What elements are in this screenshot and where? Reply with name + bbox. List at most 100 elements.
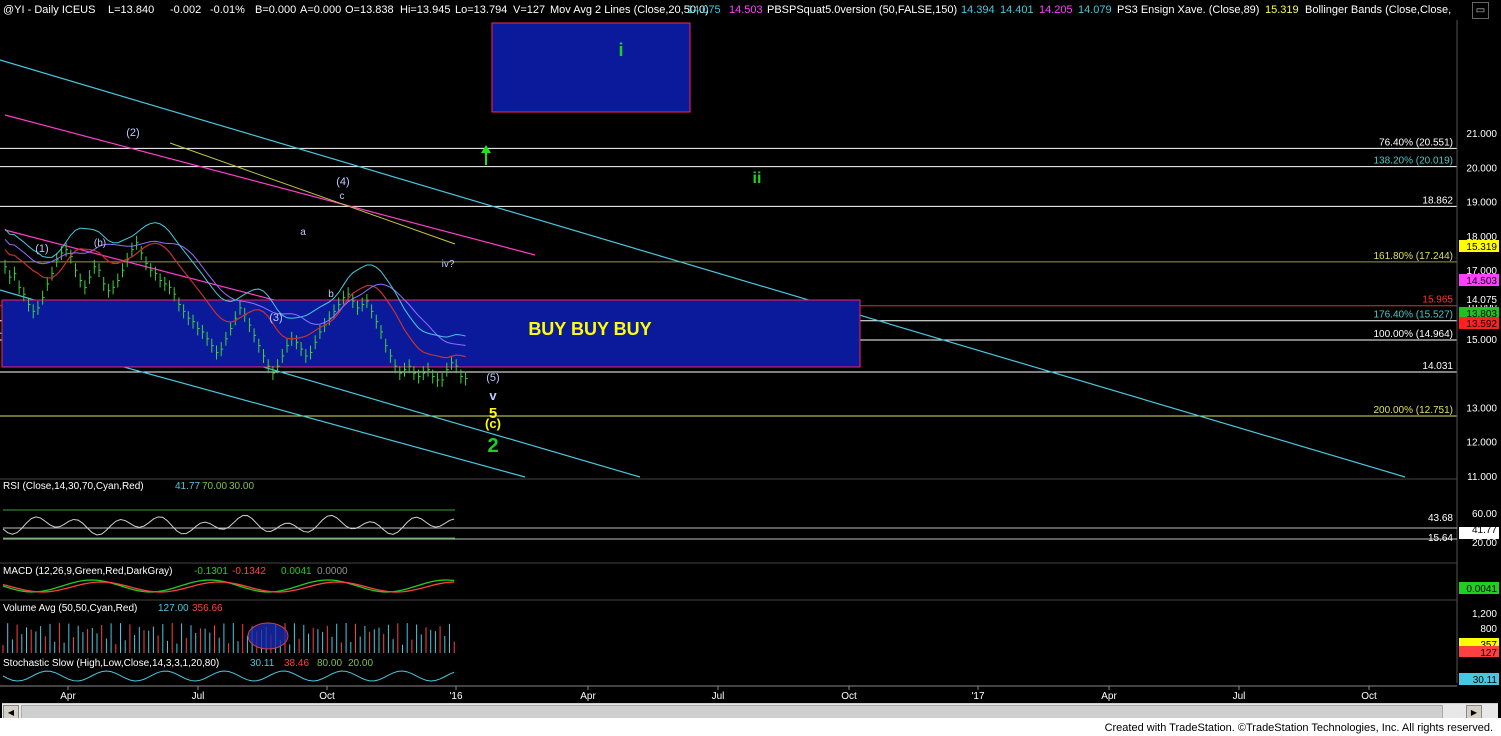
- wave-label: (2): [126, 127, 139, 139]
- footer: Created with TradeStation. ©TradeStation…: [0, 718, 1501, 736]
- x-tick-label: '16: [449, 691, 462, 702]
- level-label: 100.00% (14.964): [1373, 329, 1453, 340]
- price-badge-text: 13.592: [1466, 319, 1497, 330]
- pbs4-value: 14.079: [1078, 4, 1112, 16]
- pbs3-value: 14.205: [1039, 4, 1073, 16]
- wave-label: 2: [487, 435, 498, 457]
- x-tick-label: Jul: [192, 691, 205, 702]
- macd-label: MACD (12,26,9,Green,Red,DarkGray): [3, 566, 173, 577]
- y-tick-label: 20.000: [1466, 163, 1497, 174]
- y-tick-label: 21.000: [1466, 129, 1497, 140]
- horizontal-scrollbar[interactable]: ◀ ▶: [2, 703, 1498, 720]
- rsi-value: 41.77: [175, 481, 200, 492]
- minimize-icon[interactable]: ▭: [1472, 2, 1489, 19]
- macd-value: -0.1301: [194, 566, 228, 577]
- pbs-label: PBSPSquat5.0version (50,FALSE,150): [767, 4, 958, 16]
- y-tick-label: 19.000: [1466, 198, 1497, 209]
- rsi-level: 60.00: [1472, 509, 1497, 520]
- rsi-level: 20.00: [1472, 538, 1497, 549]
- x-tick-label: Apr: [1101, 691, 1117, 702]
- stochastic-label: Stochastic Slow (High,Low,Close,14,3,3,1…: [3, 658, 219, 669]
- stoch-ob: 80.00: [317, 658, 342, 669]
- open: O=13.838: [345, 4, 394, 16]
- high: Hi=13.945: [400, 4, 451, 16]
- x-tick-label: '17: [971, 691, 984, 702]
- wave-label: i: [618, 40, 623, 60]
- volume: V=127: [513, 4, 546, 16]
- y-tick-label: 15.000: [1466, 335, 1497, 346]
- wave-label: (b): [94, 238, 106, 249]
- price-badge-text: 14.503: [1466, 276, 1497, 287]
- level-label: 18.862: [1422, 195, 1453, 206]
- symbol-title: @YI - Daily ICEUS: [3, 4, 96, 16]
- stoch-badge: 30.11: [1473, 675, 1498, 686]
- wave-label: iv?: [442, 259, 455, 270]
- stoch-os: 20.00: [348, 658, 373, 669]
- rsi-level: 43.68: [1428, 513, 1453, 524]
- volume-label: Volume Avg (50,50,Cyan,Red): [3, 603, 137, 614]
- chart-header: @YI - Daily ICEUS L=13.840 -0.002 -0.01%…: [0, 0, 1457, 20]
- bid: B=0.000: [255, 4, 297, 16]
- level-label: 200.00% (12.751): [1373, 405, 1453, 416]
- level-label: 161.80% (17.244): [1373, 251, 1453, 262]
- y-tick-label: 11.000: [1467, 472, 1497, 483]
- x-tick-label: Jul: [1233, 691, 1246, 702]
- level-label: 76.40% (20.551): [1379, 137, 1453, 148]
- target-zone-box: [491, 22, 691, 113]
- macd-diff: 0.0041: [281, 566, 312, 577]
- wave-label: (1): [35, 243, 48, 255]
- volume-highlight: [247, 622, 289, 650]
- rsi-label: RSI (Close,14,30,70,Cyan,Red): [3, 481, 144, 492]
- rsi-level: 41.77: [1472, 525, 1497, 536]
- pbs2-value: 14.401: [1000, 4, 1034, 16]
- price-badge-text: 14.075: [1466, 295, 1497, 306]
- y-tick-label: 13.000: [1466, 403, 1497, 414]
- last-price: L=13.840: [108, 4, 155, 16]
- ma2-value: 14.503: [729, 4, 763, 16]
- pbs1-value: 14.394: [961, 4, 995, 16]
- wave-label: (4): [336, 176, 349, 188]
- level-label: 138.20% (20.019): [1373, 156, 1453, 167]
- stoch-d: 38.46: [284, 658, 309, 669]
- ma1-value: 14.075: [687, 4, 721, 16]
- y-tick-label: 12.000: [1466, 438, 1497, 449]
- bb-label: Bollinger Bands (Close,Close,: [1305, 4, 1452, 16]
- change-pct: -0.01%: [210, 4, 245, 16]
- x-tick-label: Oct: [841, 691, 857, 702]
- wave-label: (5): [486, 372, 499, 384]
- ask: A=0.000: [300, 4, 342, 16]
- macd-badge: 0.0041: [1466, 584, 1497, 595]
- wave-label: a: [300, 227, 306, 238]
- volume-value: 127.00: [158, 603, 189, 614]
- x-tick-label: Apr: [60, 691, 76, 702]
- low: Lo=13.794: [455, 4, 508, 16]
- price-badge-text: 15.319: [1466, 242, 1497, 253]
- level-label: 14.031: [1422, 361, 1453, 372]
- volume-level: 800: [1480, 624, 1497, 635]
- wave-label: (c): [485, 416, 501, 431]
- copyright-text: Created with TradeStation. ©TradeStation…: [1104, 722, 1493, 734]
- rsi-ob: 70.00: [202, 481, 227, 492]
- ma-label: Mov Avg 2 Lines (Close,20,50,0): [550, 4, 709, 16]
- buy-zone-box: [1, 299, 861, 368]
- volume-level: 1,200: [1472, 609, 1497, 620]
- x-tick-label: Apr: [580, 691, 596, 702]
- price-chart[interactable]: 76.40% (20.551) 138.20% (20.019) 18.862 161…: [0, 0, 1501, 703]
- ps3-value: 15.319: [1265, 4, 1299, 16]
- wave-label: c: [340, 191, 345, 202]
- change: -0.002: [170, 4, 202, 16]
- level-label: 176.40% (15.527): [1373, 310, 1453, 321]
- x-tick-label: Oct: [319, 691, 335, 702]
- volume-level: 127: [1480, 648, 1497, 659]
- wave-label: (3): [269, 312, 282, 324]
- wave-label: ii: [753, 170, 762, 187]
- wave-label: b: [328, 289, 334, 300]
- wave-label: v: [489, 388, 497, 403]
- buy-annotation: BUY BUY BUY: [528, 319, 651, 339]
- ps3-label: PS3 Ensign Xave. (Close,89): [1117, 4, 1260, 16]
- macd-zero: 0.0000: [317, 566, 348, 577]
- x-tick-label: Jul: [712, 691, 725, 702]
- rsi-os: 30.00: [229, 481, 254, 492]
- rsi-level: 15.64: [1428, 533, 1453, 544]
- level-label: 15.965: [1422, 295, 1453, 306]
